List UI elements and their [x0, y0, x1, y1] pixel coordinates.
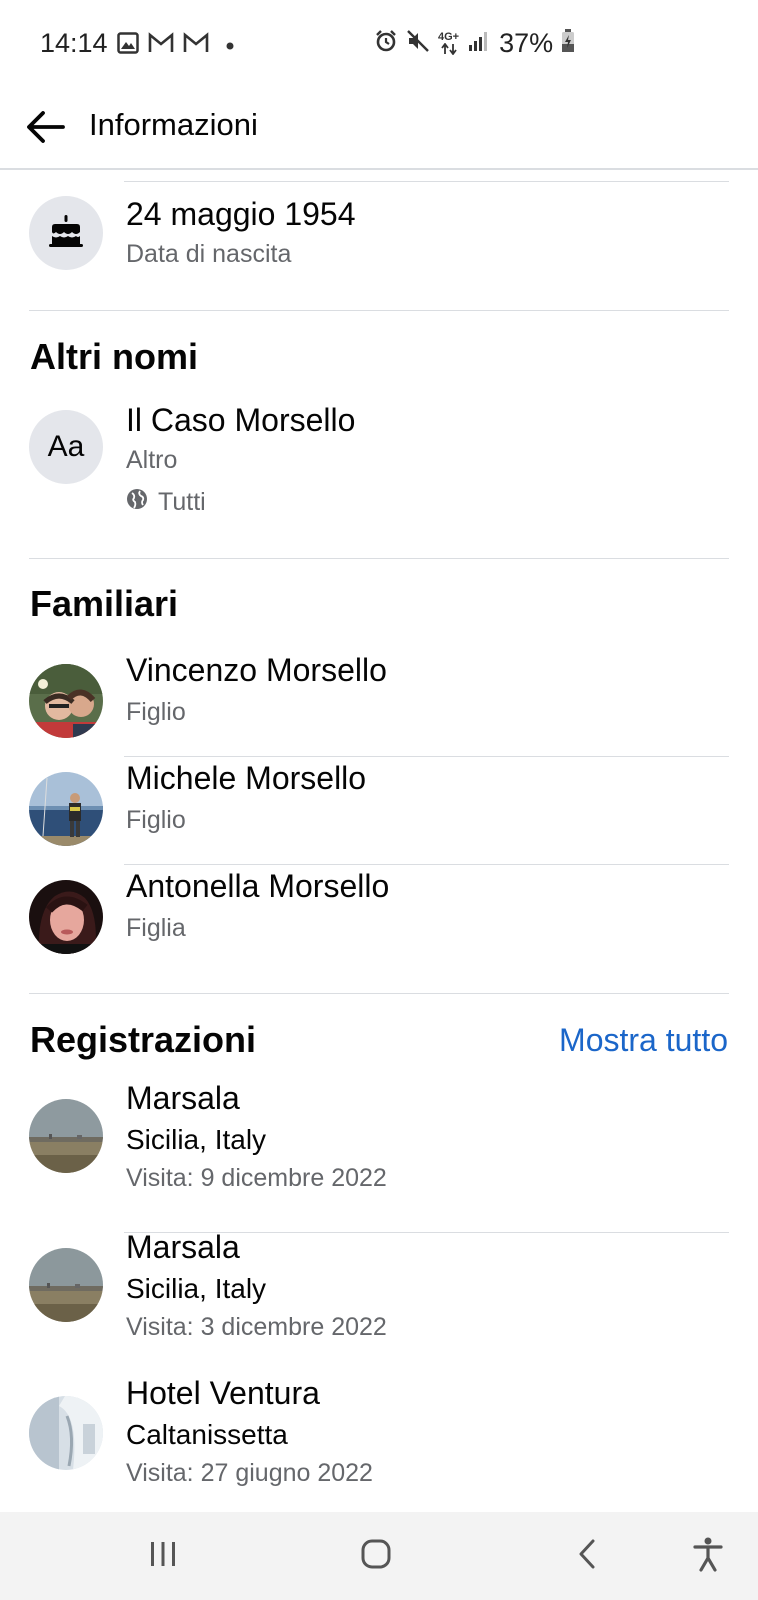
- status-time: 14:14: [40, 28, 108, 58]
- avatar: [29, 664, 103, 738]
- divider: [124, 864, 729, 865]
- recent-apps-button[interactable]: [141, 1534, 185, 1578]
- text-aa-icon: Aa: [29, 410, 103, 484]
- battery-percent: 37%: [499, 28, 554, 58]
- home-icon: [360, 1538, 392, 1575]
- 4g-data-icon: 4G+: [438, 32, 459, 55]
- checkin-location: Caltanissetta: [126, 1419, 288, 1450]
- back-button[interactable]: [20, 104, 70, 154]
- status-system-icons: 4G+ 37%: [374, 28, 575, 59]
- birth-date: 24 maggio 1954: [126, 196, 356, 232]
- network-label: 4G+: [438, 31, 460, 43]
- system-nav-bar: [0, 1512, 758, 1600]
- audience-indicator: Tutti: [126, 488, 206, 517]
- family-member-relation: Figlio: [126, 806, 186, 834]
- globe-icon: [126, 488, 148, 517]
- see-all-link[interactable]: Mostra tutto: [559, 1022, 728, 1059]
- checkin-place: Marsala: [126, 1229, 240, 1265]
- other-name: Il Caso Morsello: [126, 402, 356, 438]
- section-divider: [29, 310, 729, 311]
- section-title-family: Familiari: [30, 583, 179, 624]
- gmail-icon: [148, 32, 174, 59]
- back-nav-icon: [575, 1538, 599, 1575]
- gmail-icon: [183, 32, 209, 59]
- cake-icon-circle: [29, 196, 103, 270]
- checkin-visit-date: Visita: 9 dicembre 2022: [126, 1164, 387, 1192]
- checkin-visit-date: Visita: 27 giugno 2022: [126, 1459, 373, 1487]
- accessibility-button[interactable]: [686, 1534, 730, 1578]
- section-title-other-names: Altri nomi: [30, 336, 198, 377]
- status-notification-icons: [117, 32, 234, 59]
- page-title: Informazioni: [89, 107, 258, 142]
- back-nav-button[interactable]: [565, 1534, 609, 1578]
- family-member-name: Michele Morsello: [126, 760, 367, 796]
- family-member-relation: Figlio: [126, 698, 186, 726]
- app-header: Informazioni: [0, 90, 758, 170]
- arrow-left-icon: [25, 110, 65, 149]
- about-content[interactable]: 24 maggio 1954 Data di nascita Altri nom…: [0, 172, 758, 1512]
- alarm-icon: [374, 29, 398, 58]
- recent-apps-icon: [148, 1539, 178, 1574]
- accessibility-icon: [692, 1536, 724, 1577]
- checkin-place: Hotel Ventura: [126, 1375, 320, 1411]
- battery-icon: [561, 29, 575, 58]
- section-divider: [29, 558, 729, 559]
- family-member-name: Vincenzo Morsello: [126, 652, 387, 688]
- checkin-location: Sicilia, Italy: [126, 1273, 267, 1304]
- birth-date-label: Data di nascita: [126, 240, 292, 268]
- section-divider: [29, 993, 729, 994]
- divider: [124, 756, 729, 757]
- avatar: [29, 880, 103, 954]
- checkin-visit-date: Visita: 3 dicembre 2022: [126, 1313, 387, 1341]
- divider: [124, 181, 729, 182]
- avatar: [29, 772, 103, 846]
- family-member-name: Antonella Morsello: [126, 868, 390, 904]
- dot-icon: [226, 37, 234, 55]
- cake-icon: [47, 213, 85, 254]
- audience-label: Tutti: [158, 488, 206, 516]
- section-title-checkins: Registrazioni: [30, 1019, 257, 1060]
- image-icon: [117, 32, 139, 59]
- mute-icon: [406, 29, 430, 58]
- home-button[interactable]: [354, 1534, 398, 1578]
- status-bar: 14:14 4G+ 37%: [0, 0, 758, 90]
- place-thumbnail: [29, 1099, 103, 1173]
- signal-icon: [467, 30, 489, 57]
- other-name-type: Altro: [126, 446, 178, 474]
- place-thumbnail: [29, 1396, 103, 1470]
- checkin-place: Marsala: [126, 1080, 240, 1116]
- family-member-relation: Figlia: [126, 914, 186, 942]
- place-thumbnail: [29, 1248, 103, 1322]
- aa-icon-text: Aa: [47, 430, 85, 463]
- checkin-location: Sicilia, Italy: [126, 1124, 267, 1155]
